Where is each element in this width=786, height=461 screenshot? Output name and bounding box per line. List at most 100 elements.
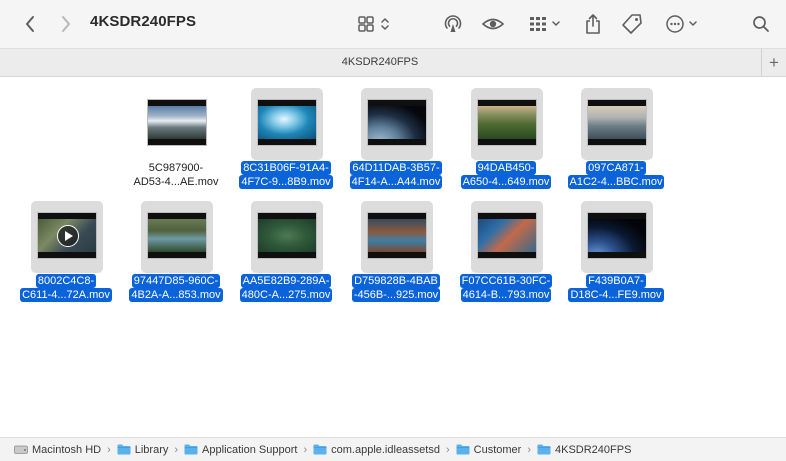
tab-title[interactable]: 4KSDR240FPS (0, 56, 760, 68)
file-thumbnail[interactable] (471, 201, 543, 273)
more-actions-icon[interactable] (664, 10, 702, 38)
file-thumbnail[interactable] (141, 201, 213, 273)
thumbnail-image (588, 106, 646, 139)
file-name-line1: F439B0A7- (586, 274, 646, 288)
chevron-left-icon[interactable] (20, 10, 40, 38)
file-name-line2: A650-4...649.mov (460, 175, 552, 189)
path-crumb-label: Macintosh HD (32, 443, 102, 456)
file-name: 8C31B06F-91A4- 4F7C-9...8B9.mov (231, 161, 341, 189)
group-by-icon[interactable] (527, 10, 565, 38)
file-name-line1: 097CA871- (586, 161, 646, 175)
chevron-right-icon: › (527, 443, 531, 456)
thumbnail-image (478, 106, 536, 139)
path-crumb-label: Application Support (202, 443, 298, 456)
file-thumbnail[interactable] (141, 88, 213, 160)
path-crumb[interactable]: Library (117, 443, 169, 456)
video-thumbnail (257, 212, 317, 259)
path-crumb[interactable]: Macintosh HD (14, 444, 101, 456)
path-crumb[interactable]: Application Support (184, 444, 297, 456)
chevron-right-icon: › (174, 443, 179, 456)
video-thumbnail (477, 99, 537, 146)
folder-icon (117, 444, 131, 455)
thumbnail-image (368, 106, 426, 139)
file-name-line1: 5C987900- (148, 162, 204, 174)
folder-icon (456, 444, 470, 455)
file-name-line1: 64D11DAB-3B57- (350, 161, 442, 175)
file-name-line2: 480C-A...275.mov (239, 288, 333, 302)
chevron-right-icon: › (303, 443, 308, 456)
folder-icon (537, 444, 551, 455)
folder-icon (184, 444, 198, 455)
file-name: F439B0A7- D18C-4...FE9.mov (561, 274, 671, 302)
file-name-line1: 8C31B06F-91A4- (241, 161, 331, 175)
chevron-right-icon: › (107, 443, 111, 456)
file-name-line1: 97447D85-960C- (131, 274, 221, 288)
file-name: 8002C4C8- C611-4...72A.mov (11, 274, 121, 302)
file-name: 97447D85-960C- 4B2A-A...853.mov (121, 274, 231, 302)
toolbar: 4KSDR240FPS (0, 0, 786, 48)
video-thumbnail (147, 99, 207, 146)
file-thumbnail[interactable] (31, 201, 103, 273)
path-crumb[interactable]: Customer (456, 444, 521, 456)
path-crumb[interactable]: 4KSDR240FPS (537, 444, 631, 456)
file-name-line2: D18C-4...FE9.mov (568, 288, 664, 302)
video-thumbnail (257, 99, 317, 146)
drive-icon (14, 444, 28, 455)
window-title: 4KSDR240FPS (90, 13, 197, 30)
file-name-line2: 4F14-A...A44.mov (349, 175, 443, 189)
file-name: 64D11DAB-3B57- 4F14-A...A44.mov (341, 161, 451, 189)
file-thumbnail[interactable] (361, 201, 433, 273)
search-icon[interactable] (750, 10, 772, 38)
file-name: D759828B-4BAB -456B-...925.mov (341, 274, 451, 302)
file-thumbnail[interactable] (251, 88, 323, 160)
video-thumbnail (147, 212, 207, 259)
file-thumbnail[interactable] (581, 88, 653, 160)
file-thumbnail[interactable] (471, 88, 543, 160)
file-name: AA5E82B9-289A- 480C-A...275.mov (231, 274, 341, 302)
tag-icon[interactable] (620, 10, 644, 38)
airdrop-icon[interactable] (441, 10, 465, 38)
video-thumbnail (367, 212, 427, 259)
path-crumb-label: 4KSDR240FPS (555, 443, 632, 456)
chevron-right-icon: › (445, 443, 450, 456)
file-name-line2: A1C2-4...BBC.mov (567, 175, 665, 189)
file-name-line2: 4B2A-A...853.mov (129, 288, 223, 302)
path-crumb-label: com.apple.idleassetsd (331, 443, 440, 456)
thumbnail-image (588, 219, 646, 252)
video-thumbnail (587, 99, 647, 146)
file-name-line1: F07CC61B-30FC- (459, 274, 553, 288)
video-thumbnail (367, 99, 427, 146)
file-name-line1: AA5E82B9-289A- (240, 274, 332, 288)
eye-icon[interactable] (480, 10, 506, 38)
file-name-line1: 8002C4C8- (35, 274, 97, 288)
file-name-line1: 94DAB450- (475, 161, 537, 175)
file-name: 097CA871- A1C2-4...BBC.mov (561, 161, 671, 189)
new-tab-button[interactable]: + (761, 49, 786, 77)
grid-view-icon[interactable] (356, 10, 394, 38)
thumbnail-image (368, 219, 426, 252)
file-name-line2: -456B-...925.mov (351, 288, 441, 302)
file-name-line2: AD53-4...AE.mov (133, 176, 219, 188)
file-name-line1: D759828B-4BAB (352, 274, 440, 288)
video-thumbnail (477, 212, 537, 259)
thumbnail-image (258, 106, 316, 139)
file-name: 94DAB450- A650-4...649.mov (451, 161, 561, 189)
tab-bar: 4KSDR240FPS + (0, 48, 786, 77)
chevron-right-icon[interactable] (56, 10, 76, 38)
file-name-line2: C611-4...72A.mov (20, 288, 112, 302)
path-crumb[interactable]: com.apple.idleassetsd (313, 444, 440, 456)
folder-icon (313, 444, 327, 455)
thumbnail-image (258, 219, 316, 252)
file-thumbnail[interactable] (251, 201, 323, 273)
file-name-line2: 4F7C-9...8B9.mov (239, 175, 333, 189)
file-thumbnail[interactable] (361, 88, 433, 160)
path-crumb-label: Library (134, 443, 169, 456)
play-icon[interactable] (57, 225, 79, 247)
video-thumbnail (37, 212, 97, 259)
file-name: F07CC61B-30FC- 4614-B...793.mov (451, 274, 561, 302)
thumbnail-image (148, 219, 206, 252)
file-thumbnail[interactable] (581, 201, 653, 273)
share-icon[interactable] (582, 10, 604, 38)
video-thumbnail (587, 212, 647, 259)
thumbnail-image (478, 219, 536, 252)
